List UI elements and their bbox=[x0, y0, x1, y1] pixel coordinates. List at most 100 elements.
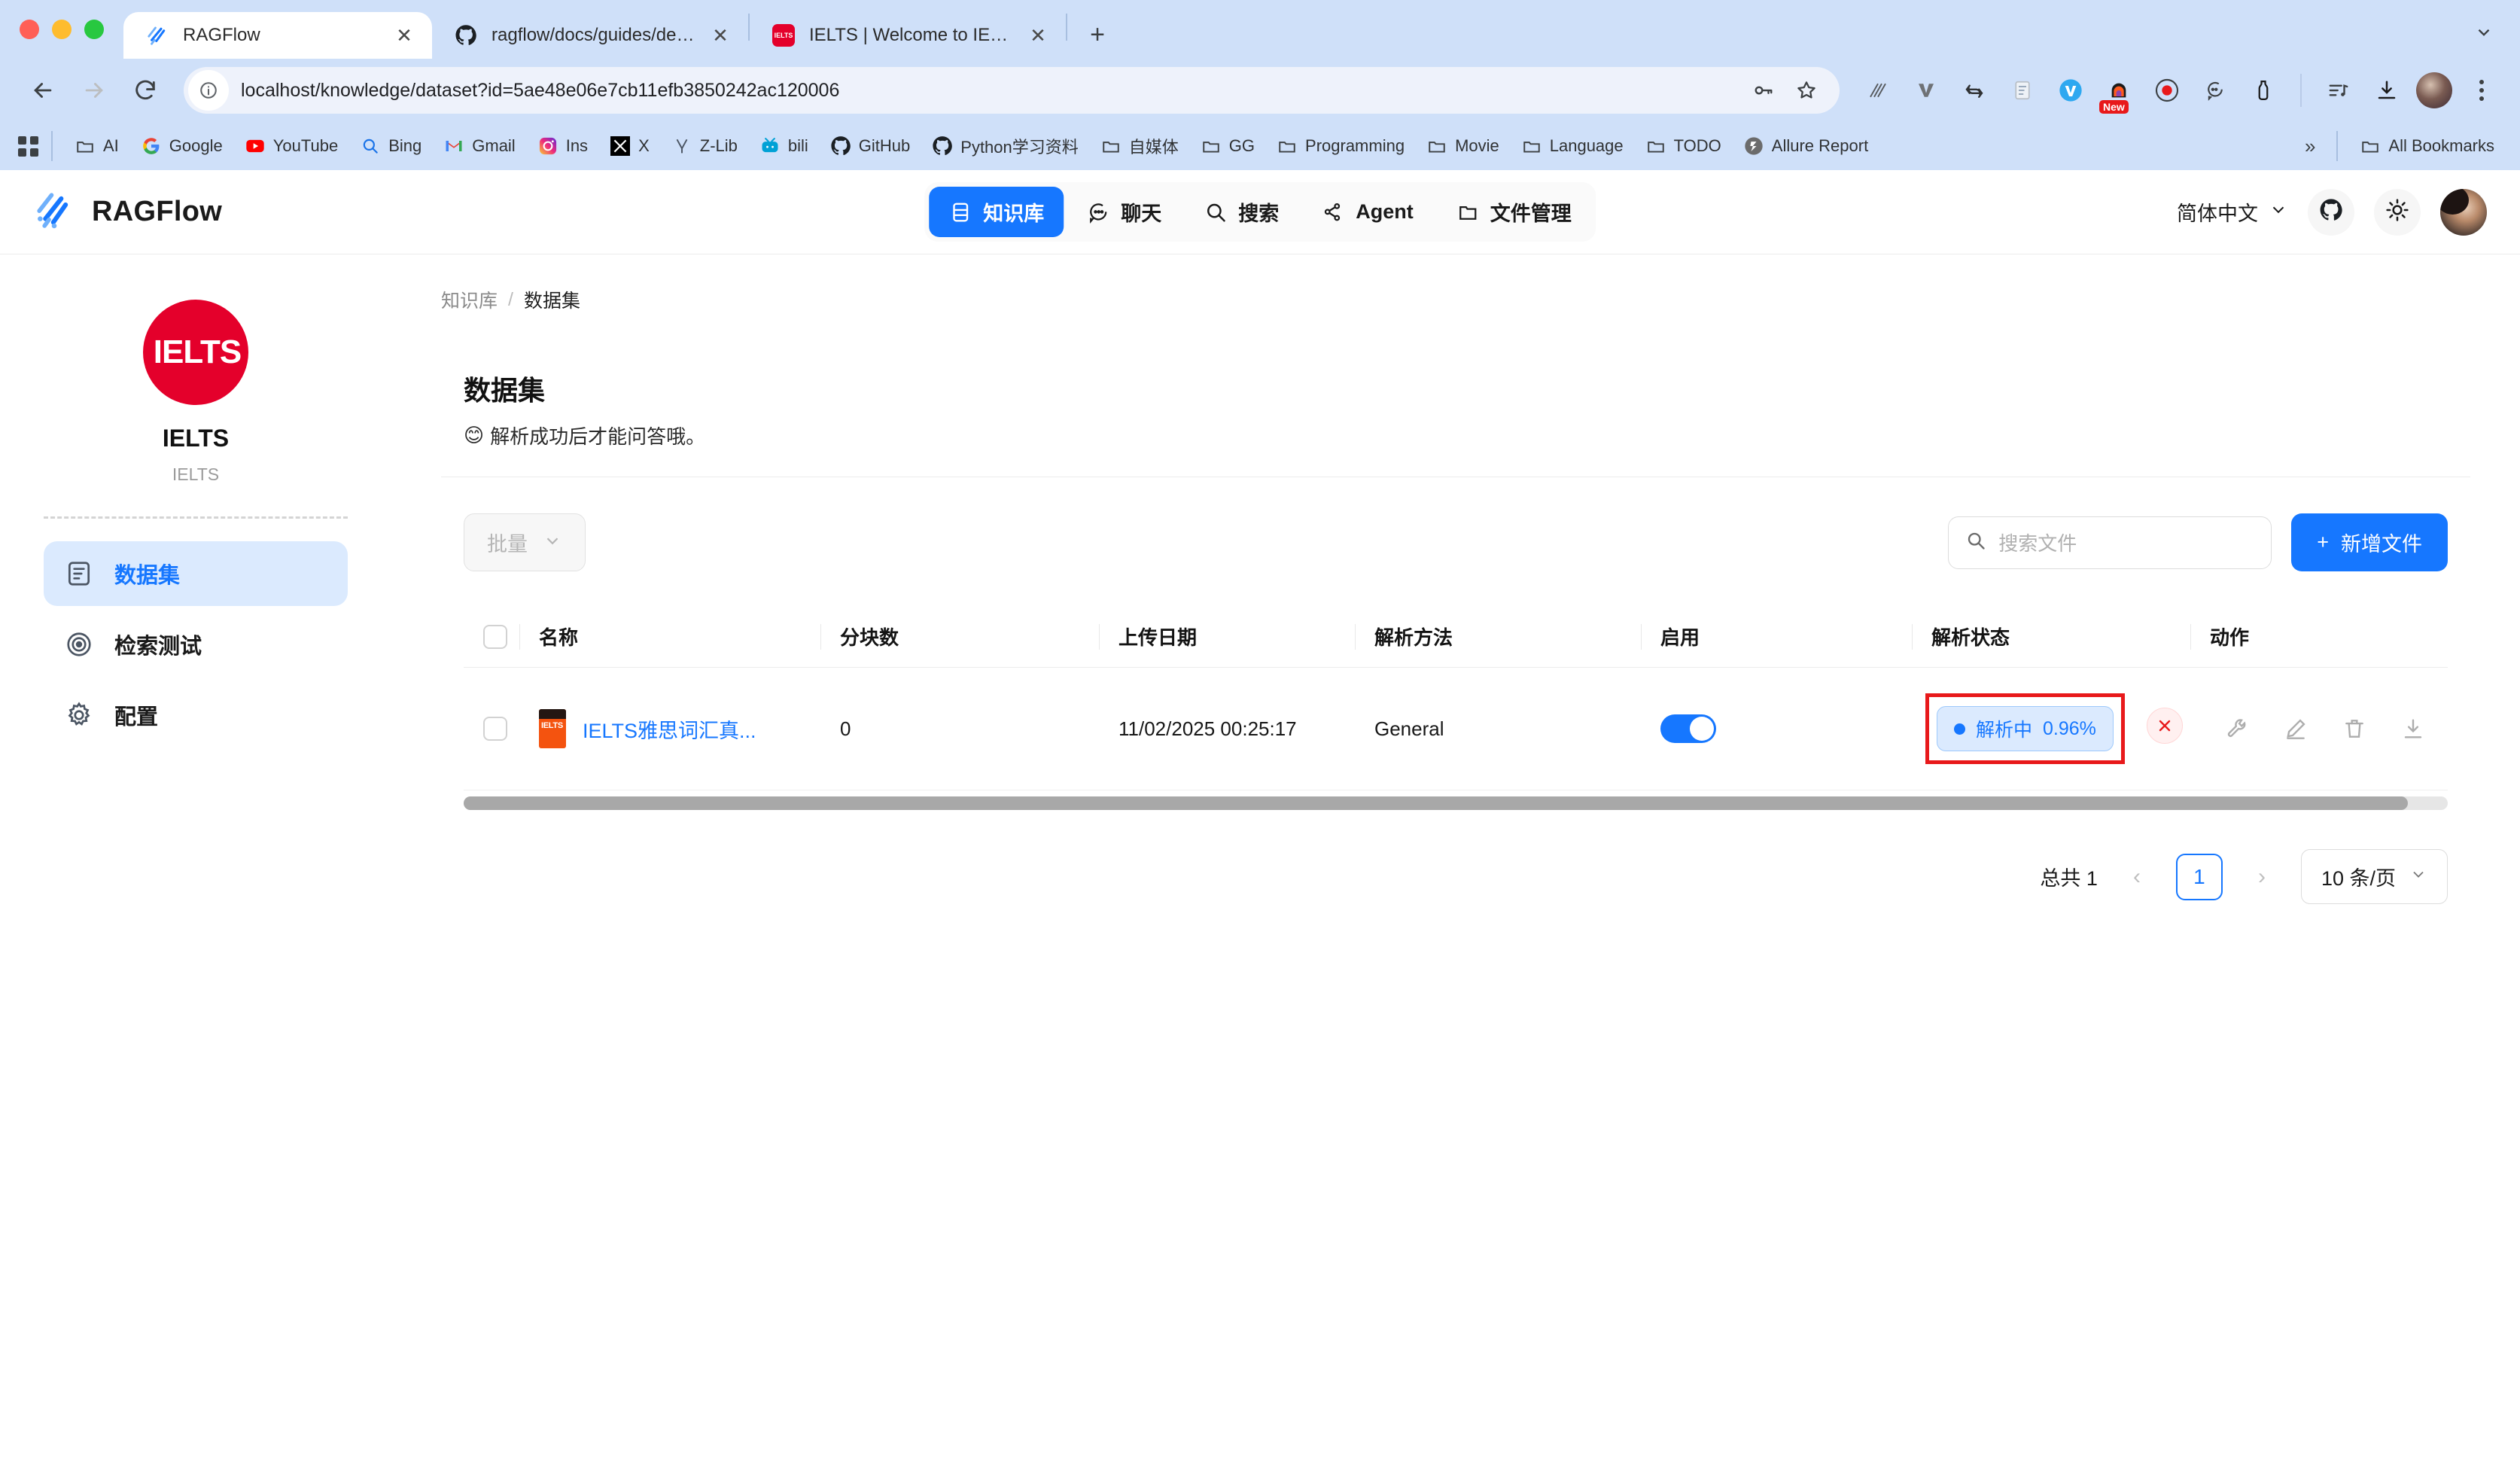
nav-item-search[interactable]: 搜索 bbox=[1184, 187, 1298, 237]
table-row[interactable]: IELTS IELTS雅思词汇真... 0 11/02/2025 00:25:1… bbox=[464, 667, 2448, 790]
column-header-chunks[interactable]: 分块数 bbox=[820, 606, 1099, 668]
browser-tab-ragflow-docs[interactable]: ragflow/docs/guides/deploy_ ✕ bbox=[432, 12, 748, 59]
pagination-next-button[interactable]: › bbox=[2242, 857, 2281, 897]
cancel-parse-button[interactable] bbox=[2147, 707, 2184, 744]
pencil-icon[interactable] bbox=[2281, 714, 2311, 744]
pagination-prev-button[interactable]: ‹ bbox=[2117, 857, 2156, 897]
browser-menu-icon[interactable] bbox=[2463, 72, 2500, 109]
forward-icon[interactable] bbox=[71, 67, 117, 114]
batch-dropdown-button[interactable]: 批量 bbox=[464, 513, 586, 571]
maximize-window-button[interactable] bbox=[84, 20, 104, 39]
sidebar-item-retrieval-test[interactable]: 检索测试 bbox=[44, 612, 348, 677]
address-bar[interactable]: localhost/knowledge/dataset?id=5ae48e06e… bbox=[184, 67, 1840, 114]
bookmark-bili[interactable]: bili bbox=[750, 130, 817, 162]
bookmark-zimeiti[interactable]: 自媒体 bbox=[1091, 129, 1188, 163]
github-link-button[interactable] bbox=[2308, 188, 2354, 236]
extension-new-badge-icon[interactable]: New bbox=[2099, 72, 2138, 114]
user-avatar[interactable] bbox=[2440, 188, 2487, 236]
trash-icon[interactable] bbox=[2339, 714, 2369, 744]
bookmark-ai[interactable]: AI bbox=[65, 130, 128, 162]
enable-toggle[interactable] bbox=[1660, 714, 1716, 743]
page-subtitle: 解析成功后才能问答哦。 bbox=[490, 425, 706, 448]
bookmark-ins[interactable]: Ins bbox=[528, 130, 597, 162]
extension-record-icon[interactable] bbox=[2148, 72, 2186, 109]
bookmark-star-icon[interactable] bbox=[1787, 71, 1826, 110]
select-all-checkbox[interactable] bbox=[483, 624, 507, 649]
bookmark-python-study[interactable]: Python学习资料 bbox=[922, 129, 1088, 163]
new-tab-button[interactable]: + bbox=[1079, 17, 1115, 53]
close-icon[interactable]: ✕ bbox=[391, 23, 417, 48]
extension-recycle-icon[interactable] bbox=[1955, 72, 1993, 109]
app-logo[interactable]: RAGFlow bbox=[33, 189, 222, 235]
back-icon[interactable] bbox=[20, 67, 66, 114]
nav-item-chat[interactable]: 聊天 bbox=[1067, 187, 1181, 237]
browser-tab-ragflow[interactable]: RAGFlow ✕ bbox=[123, 12, 432, 59]
downloads-icon[interactable] bbox=[2368, 72, 2406, 109]
extension-v-blue-icon[interactable] bbox=[2052, 72, 2089, 109]
bookmark-github[interactable]: GitHub bbox=[820, 130, 919, 162]
wrench-icon[interactable] bbox=[2222, 714, 2252, 744]
bookmark-youtube[interactable]: YouTube bbox=[235, 130, 347, 162]
table-horizontal-scrollbar[interactable] bbox=[464, 796, 2448, 810]
smiley-icon: 😊 bbox=[464, 424, 485, 446]
search-file-input[interactable]: 搜索文件 bbox=[1948, 516, 2272, 569]
bookmark-language[interactable]: Language bbox=[1511, 130, 1633, 162]
file-thumbnail-icon: IELTS bbox=[539, 709, 566, 748]
folder-icon bbox=[1100, 135, 1122, 157]
bookmark-gg[interactable]: GG bbox=[1191, 130, 1264, 162]
sidebar-item-configuration[interactable]: 配置 bbox=[44, 683, 348, 748]
bookmark-programming[interactable]: Programming bbox=[1267, 130, 1414, 162]
bookmark-movie[interactable]: Movie bbox=[1417, 130, 1508, 162]
language-selector[interactable]: 简体中文 bbox=[2177, 197, 2288, 227]
column-header-enabled[interactable]: 启用 bbox=[1641, 606, 1912, 668]
nav-item-agent[interactable]: Agent bbox=[1301, 190, 1433, 235]
nav-item-file-management[interactable]: 文件管理 bbox=[1436, 187, 1591, 237]
extension-stripes-icon[interactable] bbox=[1859, 72, 1897, 109]
browser-tab-ielts[interactable]: IELTS IELTS | Welcome to IELTS ✕ bbox=[750, 12, 1066, 59]
site-info-icon[interactable] bbox=[188, 70, 229, 111]
chevron-down-icon[interactable] bbox=[2461, 12, 2506, 53]
bookmark-x[interactable]: X bbox=[600, 130, 659, 162]
bookmark-allure-report[interactable]: Allure Report bbox=[1733, 130, 1877, 162]
extension-v-icon[interactable] bbox=[1907, 72, 1945, 109]
row-checkbox[interactable] bbox=[483, 717, 507, 741]
close-window-button[interactable] bbox=[20, 20, 39, 39]
theme-toggle-button[interactable] bbox=[2374, 188, 2421, 236]
bookmark-gmail[interactable]: Gmail bbox=[434, 130, 524, 162]
column-header-parse-method[interactable]: 解析方法 bbox=[1355, 606, 1641, 668]
extension-comment-icon[interactable] bbox=[2196, 72, 2234, 109]
close-icon[interactable]: ✕ bbox=[708, 23, 733, 48]
bookmark-label: Language bbox=[1549, 136, 1624, 155]
file-name-link[interactable]: IELTS雅思词汇真... bbox=[583, 714, 756, 744]
close-icon[interactable]: ✕ bbox=[1025, 23, 1051, 48]
sidebar-item-dataset[interactable]: 数据集 bbox=[44, 541, 348, 606]
extension-bottle-icon[interactable] bbox=[2245, 72, 2282, 109]
breadcrumb-root[interactable]: 知识库 bbox=[441, 286, 498, 313]
all-bookmarks-button[interactable]: All Bookmarks bbox=[2350, 130, 2503, 162]
browser-profile-avatar[interactable] bbox=[2416, 72, 2452, 108]
bookmark-bing[interactable]: Bing bbox=[350, 130, 431, 162]
bookmark-google[interactable]: Google bbox=[131, 130, 232, 162]
download-icon[interactable] bbox=[2398, 714, 2428, 744]
window-controls[interactable] bbox=[20, 20, 123, 59]
extension-note-icon[interactable] bbox=[2004, 72, 2041, 109]
column-header-name[interactable]: 名称 bbox=[519, 606, 820, 668]
reload-icon[interactable] bbox=[122, 67, 169, 114]
apps-grid-icon[interactable] bbox=[17, 135, 39, 157]
page-size-select[interactable]: 10 条/页 bbox=[2300, 849, 2448, 904]
table-header: 名称 分块数 上传日期 解析方法 启用 解析状态 动作 bbox=[464, 606, 2448, 668]
status-badge[interactable]: 解析中 0.96% bbox=[1937, 706, 2114, 751]
toolbar-right: 搜索文件 + 新增文件 bbox=[1948, 513, 2448, 571]
pagination-page-1[interactable]: 1 bbox=[2175, 853, 2223, 900]
media-playlist-icon[interactable] bbox=[2320, 72, 2357, 109]
nav-item-knowledge[interactable]: 知识库 bbox=[929, 187, 1064, 237]
bookmark-zlib[interactable]: Z-Lib bbox=[662, 130, 747, 162]
password-key-icon[interactable] bbox=[1743, 71, 1782, 110]
bookmarks-overflow-icon[interactable]: » bbox=[2296, 135, 2324, 158]
column-header-upload-date[interactable]: 上传日期 bbox=[1099, 606, 1355, 668]
add-file-button[interactable]: + 新增文件 bbox=[2291, 513, 2448, 571]
column-header-parse-status[interactable]: 解析状态 bbox=[1912, 606, 2190, 668]
minimize-window-button[interactable] bbox=[52, 20, 72, 39]
bookmark-todo[interactable]: TODO bbox=[1636, 130, 1730, 162]
table-header-row: 名称 分块数 上传日期 解析方法 启用 解析状态 动作 bbox=[464, 606, 2448, 668]
